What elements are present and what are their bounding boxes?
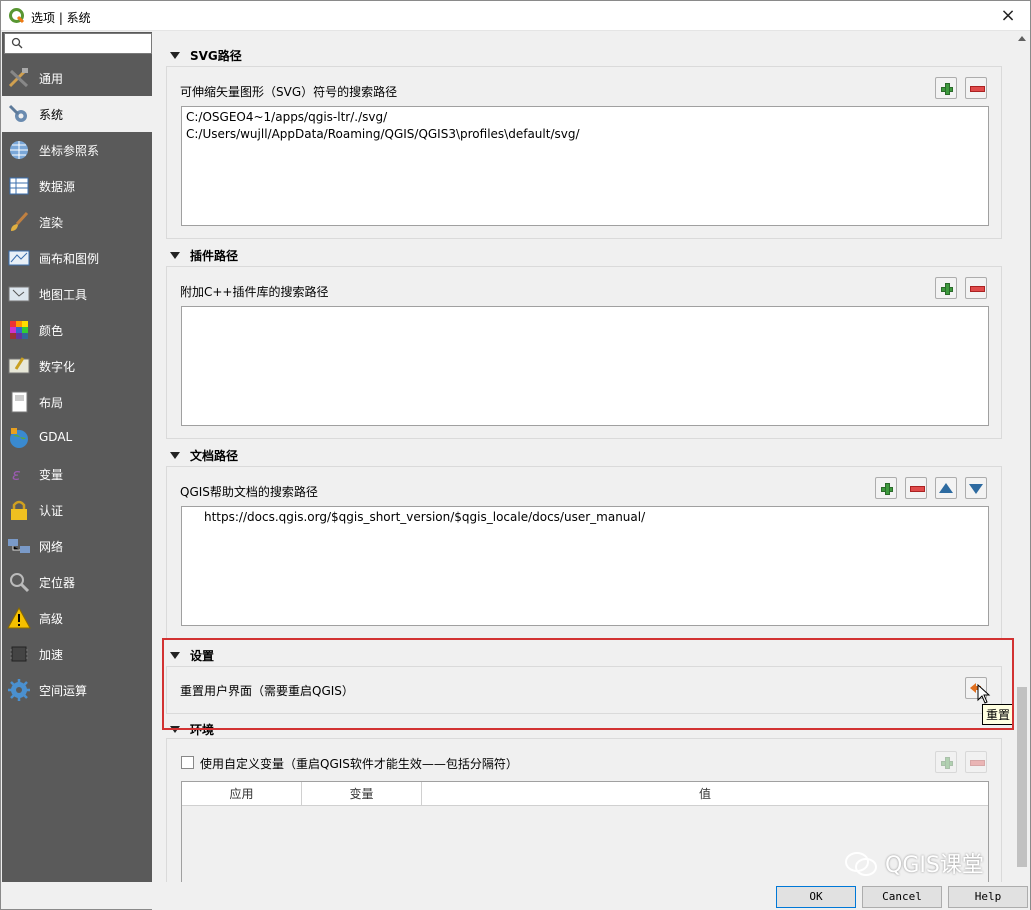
warning-icon (7, 606, 31, 629)
add-docs-path-button[interactable] (875, 477, 897, 499)
sidebar-item-advanced[interactable]: 高级 (2, 600, 152, 636)
sidebar-item-canvas-legend[interactable]: 画布和图例 (2, 240, 152, 276)
network-icon (8, 539, 30, 553)
tools-icon (8, 68, 29, 88)
column-header-value[interactable]: 值 (422, 782, 988, 806)
add-svg-path-button[interactable] (935, 77, 957, 99)
sidebar-item-variables[interactable]: ε 变量 (2, 456, 152, 492)
wrench-gear-icon (8, 104, 27, 122)
layout-icon (11, 391, 28, 413)
lock-icon (11, 500, 27, 520)
scroll-up-icon[interactable] (1018, 36, 1026, 41)
settings-content: SVG路径 可伸缩矢量图形（SVG）符号的搜索路径 C:/OSGEO4~1/ap… (152, 32, 1030, 891)
sidebar-item-auth[interactable]: 认证 (2, 492, 152, 528)
sidebar-item-layout[interactable]: 布局 (2, 384, 152, 420)
custom-variables-checkbox[interactable] (181, 756, 194, 769)
globe-grid-icon (10, 141, 28, 159)
list-item[interactable]: https://docs.qgis.org/$qgis_short_versio… (182, 509, 988, 526)
sidebar-nav: 通用 系统 坐标参照系 数据源 渲染 画布和图例 地图工具 颜色 数字化 布局 … (2, 60, 152, 708)
move-down-button[interactable] (965, 477, 987, 499)
collapse-arrow-icon (170, 52, 180, 59)
list-item[interactable]: C:/OSGEO4~1/apps/qgis-ltr/./svg/ (182, 109, 988, 126)
scrollbar-thumb[interactable] (1017, 687, 1027, 867)
add-plugin-path-button[interactable] (935, 277, 957, 299)
table-icon (9, 177, 29, 195)
custom-variables-label: 使用自定义变量（重启QGIS软件才能生效——包括分隔符） (200, 757, 518, 771)
watermark: QGIS课堂 (844, 847, 984, 879)
sidebar-item-colors[interactable]: 颜色 (2, 312, 152, 348)
qgis-logo-icon (9, 8, 25, 24)
sidebar-item-general[interactable]: 通用 (2, 60, 152, 96)
collapse-arrow-icon (170, 252, 180, 259)
sidebar-item-datasources[interactable]: 数据源 (2, 168, 152, 204)
section-header-svg[interactable]: SVG路径 (170, 47, 242, 64)
svg-path-list[interactable]: C:/OSGEO4~1/apps/qgis-ltr/./svg/ C:/User… (181, 106, 989, 226)
options-dialog: 选项 | 系统 × 通用 系统 坐标参照系 数据源 渲染 画布和图例 地图工具 … (0, 0, 1031, 910)
plugin-path-label: 附加C++插件库的搜索路径 (180, 285, 329, 299)
add-variable-button[interactable] (935, 751, 957, 773)
plugin-path-list[interactable] (181, 306, 989, 426)
collapse-arrow-icon (170, 452, 180, 459)
sidebar-item-digitizing[interactable]: 数字化 (2, 348, 152, 384)
color-palette-icon (10, 321, 28, 339)
search-icon (11, 37, 23, 49)
sidebar: 通用 系统 坐标参照系 数据源 渲染 画布和图例 地图工具 颜色 数字化 布局 … (2, 32, 152, 882)
gdal-globe-icon (10, 428, 28, 448)
highlight-annotation (162, 638, 1014, 730)
window-title: 选项 | 系统 (31, 11, 91, 25)
button-bar: OK Cancel Help (152, 882, 1030, 910)
sidebar-item-processing[interactable]: 空间运算 (2, 672, 152, 708)
table-header: 应用 变量 值 (182, 782, 988, 806)
sidebar-item-system[interactable]: 系统 (2, 96, 152, 132)
magnifier-icon (10, 573, 30, 593)
column-header-variable[interactable]: 变量 (302, 782, 422, 806)
remove-docs-path-button[interactable] (905, 477, 927, 499)
sidebar-item-crs[interactable]: 坐标参照系 (2, 132, 152, 168)
paintbrush-icon (11, 211, 29, 231)
docs-path-list[interactable]: https://docs.qgis.org/$qgis_short_versio… (181, 506, 989, 626)
chip-icon (10, 646, 28, 662)
sidebar-item-network[interactable]: 网络 (2, 528, 152, 564)
variable-icon: ε (12, 465, 21, 484)
move-up-button[interactable] (935, 477, 957, 499)
sidebar-item-rendering[interactable]: 渲染 (2, 204, 152, 240)
sidebar-item-gdal[interactable]: GDAL (2, 420, 152, 456)
close-button[interactable]: × (986, 1, 1030, 31)
sidebar-item-locator[interactable]: 定位器 (2, 564, 152, 600)
title-bar: 选项 | 系统 × (1, 1, 1030, 31)
cancel-button[interactable]: Cancel (862, 886, 942, 908)
wechat-icon (845, 852, 877, 876)
list-item[interactable]: C:/Users/wujll/AppData/Roaming/QGIS/QGIS… (182, 126, 988, 143)
digitize-icon (8, 357, 30, 374)
column-header-apply[interactable]: 应用 (182, 782, 302, 806)
docs-path-label: QGIS帮助文档的搜索路径 (180, 485, 318, 499)
remove-svg-path-button[interactable] (965, 77, 987, 99)
map-canvas-icon (8, 250, 30, 266)
svg-path-label: 可伸缩矢量图形（SVG）符号的搜索路径 (180, 85, 398, 99)
map-tools-icon (8, 286, 30, 302)
remove-plugin-path-button[interactable] (965, 277, 987, 299)
sidebar-item-acceleration[interactable]: 加速 (2, 636, 152, 672)
sidebar-item-map-tools[interactable]: 地图工具 (2, 276, 152, 312)
section-header-docs[interactable]: 文档路径 (170, 447, 238, 464)
ok-button[interactable]: OK (776, 886, 856, 908)
vertical-scrollbar[interactable] (1014, 32, 1030, 882)
remove-variable-button[interactable] (965, 751, 987, 773)
section-header-plugin[interactable]: 插件路径 (170, 247, 238, 264)
help-button[interactable]: Help (948, 886, 1028, 908)
svg-text:ε: ε (12, 465, 21, 484)
search-input[interactable] (4, 33, 152, 54)
gear-icon (8, 679, 30, 701)
